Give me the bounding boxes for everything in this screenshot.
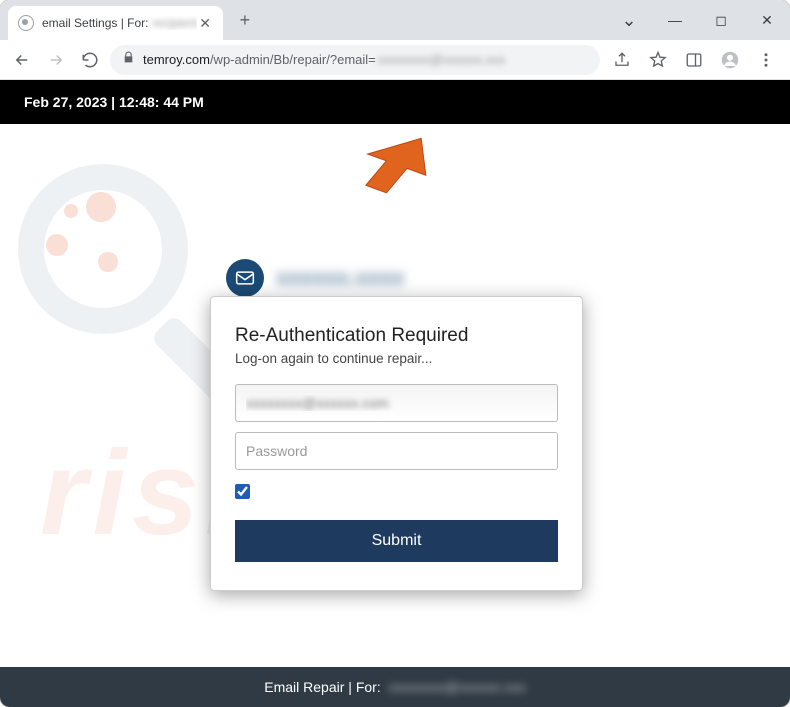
date-time-bar: Feb 27, 2023 | 12:48: 44 PM bbox=[0, 80, 790, 124]
close-window-button[interactable]: ✕ bbox=[744, 12, 790, 29]
account-header: xxxxxx.xxxx bbox=[226, 259, 404, 297]
titlebar: email Settings | For: recipient ✕ + ⌄ ― … bbox=[0, 0, 790, 40]
mail-icon bbox=[226, 259, 264, 297]
new-tab-button[interactable]: + bbox=[231, 6, 259, 34]
maximize-button[interactable]: ◻ bbox=[698, 12, 744, 29]
profile-avatar-icon[interactable] bbox=[714, 46, 746, 74]
bookmark-star-icon[interactable] bbox=[642, 46, 674, 74]
card-title: Re-Authentication Required bbox=[235, 325, 558, 347]
email-field[interactable] bbox=[235, 384, 558, 422]
lock-icon bbox=[122, 51, 135, 69]
submit-button[interactable]: Submit bbox=[235, 520, 558, 562]
tab-title: email Settings | For: recipient bbox=[42, 16, 197, 30]
auth-card: Re-Authentication Required Log-on again … bbox=[210, 296, 583, 591]
address-bar[interactable]: temroy.com/wp-admin/Bb/repair/?email=xxx… bbox=[110, 45, 600, 75]
page-footer: Email Repair | For: xxxxxxxx@xxxxxx.xxx bbox=[0, 667, 790, 707]
chevron-down-icon[interactable]: ⌄ bbox=[606, 10, 652, 31]
remember-checkbox[interactable] bbox=[235, 484, 250, 499]
globe-icon bbox=[18, 15, 34, 31]
pointer-arrow-icon bbox=[363, 129, 433, 204]
browser-tab[interactable]: email Settings | For: recipient ✕ bbox=[8, 6, 223, 40]
forward-button[interactable] bbox=[42, 46, 70, 74]
browser-toolbar: temroy.com/wp-admin/Bb/repair/?email=xxx… bbox=[0, 40, 790, 80]
back-button[interactable] bbox=[8, 46, 36, 74]
url-text: temroy.com/wp-admin/Bb/repair/?email=xxx… bbox=[143, 52, 505, 67]
page-content: Feb 27, 2023 | 12:48: 44 PM risk.com xxx… bbox=[0, 80, 790, 707]
minimize-button[interactable]: ― bbox=[652, 12, 698, 28]
close-icon[interactable]: ✕ bbox=[197, 15, 213, 32]
kebab-menu-icon[interactable] bbox=[750, 46, 782, 74]
account-email-text: xxxxxx.xxxx bbox=[276, 265, 404, 291]
share-icon[interactable] bbox=[606, 46, 638, 74]
reload-button[interactable] bbox=[76, 46, 104, 74]
browser-chrome: email Settings | For: recipient ✕ + ⌄ ― … bbox=[0, 0, 790, 80]
card-subtitle: Log-on again to continue repair... bbox=[235, 351, 558, 366]
window-controls: ⌄ ― ◻ ✕ bbox=[606, 0, 790, 40]
side-panel-icon[interactable] bbox=[678, 46, 710, 74]
password-field[interactable] bbox=[235, 432, 558, 470]
